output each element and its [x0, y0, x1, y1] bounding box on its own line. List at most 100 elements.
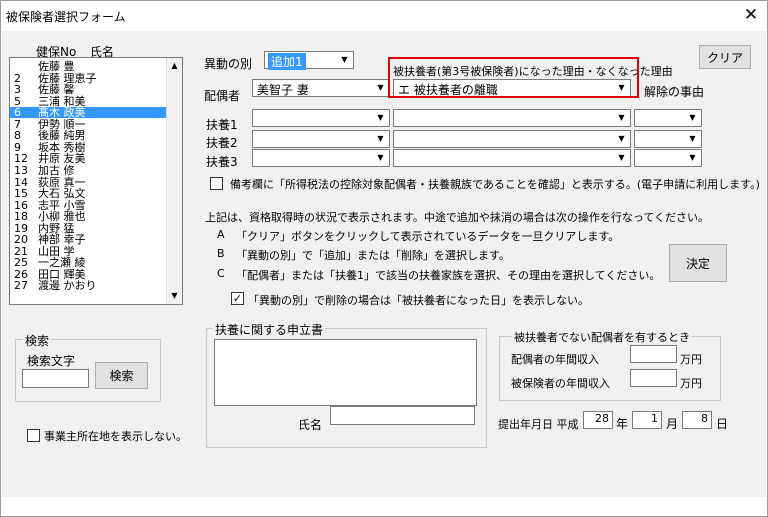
scroll-down-icon[interactable]: ▼: [167, 289, 182, 303]
list-item[interactable]: 佐藤 豊: [10, 61, 167, 72]
fuyo2-combo[interactable]: ▼: [252, 130, 390, 148]
fuyo3-combo[interactable]: ▼: [252, 149, 390, 167]
chevron-down-icon[interactable]: ▼: [614, 111, 629, 125]
fuyo1-label: 扶養1: [206, 118, 238, 132]
list-item-no: 18: [14, 210, 28, 224]
submit-year-input[interactable]: 28: [583, 411, 613, 429]
list-item[interactable]: 5 三浦 和美: [10, 96, 167, 107]
fuyo3-kaijo-combo[interactable]: ▼: [634, 149, 702, 167]
chevron-down-icon[interactable]: ▼: [685, 132, 700, 146]
chevron-down-icon[interactable]: ▼: [373, 151, 388, 165]
list-item[interactable]: 12 井原 友美: [10, 153, 167, 164]
list-item[interactable]: 16 志平 小雪: [10, 200, 167, 211]
chevron-down-icon[interactable]: ▼: [373, 111, 388, 125]
list-item[interactable]: 13 加古 修: [10, 165, 167, 176]
no-show-date-checkbox[interactable]: ✓: [231, 292, 244, 305]
chevron-down-icon[interactable]: ▼: [373, 132, 388, 146]
list-item[interactable]: 15 大石 弘文: [10, 188, 167, 199]
list-item-no: 15: [14, 187, 28, 201]
list-item-no: 13: [14, 163, 28, 177]
fuyo1-reason-combo[interactable]: ▼: [393, 109, 631, 127]
list-item[interactable]: 25 一之瀬 綾: [10, 257, 167, 268]
form-client-area: 健保No 氏名 佐藤 豊 2 佐藤 理恵子 3 佐藤 馨 5 三浦 和美 6 髙木 政美 7 伊勢 …: [2, 31, 766, 497]
instruction-a-letter: A: [217, 228, 225, 241]
list-item-name: 佐藤 理恵子: [38, 71, 97, 85]
list-item[interactable]: 20 神部 幸子: [10, 234, 167, 245]
list-item-no: 19: [14, 221, 28, 235]
chevron-down-icon[interactable]: ▼: [614, 151, 629, 165]
list-item[interactable]: 3 佐藤 馨: [10, 84, 167, 95]
submit-day-input[interactable]: 8: [682, 411, 712, 429]
list-item[interactable]: 7 伊勢 順一: [10, 119, 167, 130]
insured-income-unit: 万円: [680, 377, 702, 390]
scroll-up-icon[interactable]: ▲: [167, 59, 182, 73]
list-item-no: 9: [14, 140, 21, 154]
close-icon[interactable]: ✕: [739, 4, 763, 28]
list-item-no: 2: [14, 71, 21, 85]
instruction-b-letter: B: [217, 247, 225, 260]
no-show-date-label: 「異動の別」で削除の場合は「被扶養者になった日」を表示しない。: [248, 294, 589, 307]
chevron-down-icon[interactable]: ▼: [614, 132, 629, 146]
chevron-down-icon[interactable]: ▼: [337, 53, 352, 67]
decide-button[interactable]: 決定: [669, 244, 727, 282]
instruction-a: 「クリア」ボタンをクリックして表示されているデータを一旦クリアします。: [236, 230, 620, 243]
highlight-box: [388, 57, 639, 98]
insured-income-input[interactable]: [630, 369, 677, 387]
declaration-name-label: 氏名: [298, 418, 323, 432]
search-input[interactable]: [22, 369, 89, 388]
fuyo2-reason-combo[interactable]: ▼: [393, 130, 631, 148]
list-item[interactable]: 19 内野 猛: [10, 223, 167, 234]
list-item-no: 25: [14, 256, 28, 270]
ido-value: 追加1: [268, 53, 306, 70]
title-bar: 被保険者選択フォーム ✕: [1, 1, 767, 31]
chevron-down-icon[interactable]: ▼: [685, 111, 700, 125]
bottom-strip: [2, 497, 766, 516]
submit-year-unit: 年: [616, 417, 629, 431]
list-item-no: 5: [14, 94, 21, 108]
chevron-down-icon[interactable]: ▼: [685, 151, 700, 165]
ido-label: 異動の別: [204, 57, 253, 71]
submit-date-label: 提出年月日 平成: [498, 418, 579, 431]
insured-listbox[interactable]: 佐藤 豊 2 佐藤 理恵子 3 佐藤 馨 5 三浦 和美 6 髙木 政美 7 伊勢 順一 8 後藤 純男…: [9, 57, 183, 305]
list-item[interactable]: 8 後藤 純男: [10, 130, 167, 141]
submit-month-input[interactable]: 1: [632, 411, 662, 429]
spouse-income-label: 配偶者の年間収入: [511, 353, 599, 366]
clear-button[interactable]: クリア: [699, 45, 751, 69]
fuyo1-kaijo-combo[interactable]: ▼: [634, 109, 702, 127]
instruction-intro: 上記は、資格取得時の状況で表示されます。中途で追加や抹消の場合は次の操作を行なっ…: [205, 211, 710, 224]
list-item-name: 佐藤 馨: [38, 83, 75, 97]
instruction-c: 「配偶者」または「扶養1」で該当の扶養家族を選択、その理由を選択してください。: [236, 269, 661, 282]
biko-checkbox-label: 備考欄に「所得税法の控除対象配偶者・扶養親族であることを確認」と表示する。(電子…: [230, 178, 760, 191]
search-button[interactable]: 検索: [95, 362, 148, 389]
fuyo2-kaijo-combo[interactable]: ▼: [634, 130, 702, 148]
office-address-checkbox[interactable]: [27, 429, 40, 442]
chevron-down-icon[interactable]: ▼: [373, 81, 388, 95]
list-item[interactable]: 2 佐藤 理恵子: [10, 73, 167, 84]
list-item[interactable]: 9 坂本 秀樹: [10, 142, 167, 153]
ido-combo[interactable]: 追加1 ▼: [264, 51, 354, 70]
list-item-name: 荻原 真一: [38, 175, 86, 189]
list-item-name: 三浦 和美: [38, 94, 86, 108]
list-item[interactable]: 14 荻原 真一: [10, 177, 167, 188]
fuyo1-combo[interactable]: ▼: [252, 109, 390, 127]
list-item-no: 27: [14, 279, 28, 293]
list-item-name: 渡邊 かおり: [38, 279, 97, 293]
spouse-income-unit: 万円: [680, 353, 702, 366]
fuyo3-reason-combo[interactable]: ▼: [393, 149, 631, 167]
list-item-name: 一之瀬 綾: [38, 256, 86, 270]
list-item[interactable]: 6 髙木 政美: [10, 107, 167, 119]
list-item[interactable]: 27 渡邊 かおり: [10, 280, 167, 291]
instruction-c-letter: C: [217, 267, 225, 280]
list-item[interactable]: 18 小柳 雅也: [10, 211, 167, 222]
list-item-name: 大石 弘文: [38, 187, 86, 201]
list-item-no: 14: [14, 175, 28, 189]
declaration-textarea[interactable]: [214, 339, 477, 406]
declaration-name-input[interactable]: [330, 406, 475, 425]
spouse-combo[interactable]: 美智子 妻 ▼: [252, 79, 390, 97]
list-scrollbar[interactable]: ▲ ▼: [166, 58, 182, 304]
list-item[interactable]: 21 山田 学: [10, 246, 167, 257]
list-item-name: 加古 修: [38, 163, 75, 177]
window-title: 被保険者選択フォーム: [6, 10, 126, 24]
biko-checkbox[interactable]: [210, 177, 223, 190]
spouse-income-input[interactable]: [630, 345, 677, 363]
